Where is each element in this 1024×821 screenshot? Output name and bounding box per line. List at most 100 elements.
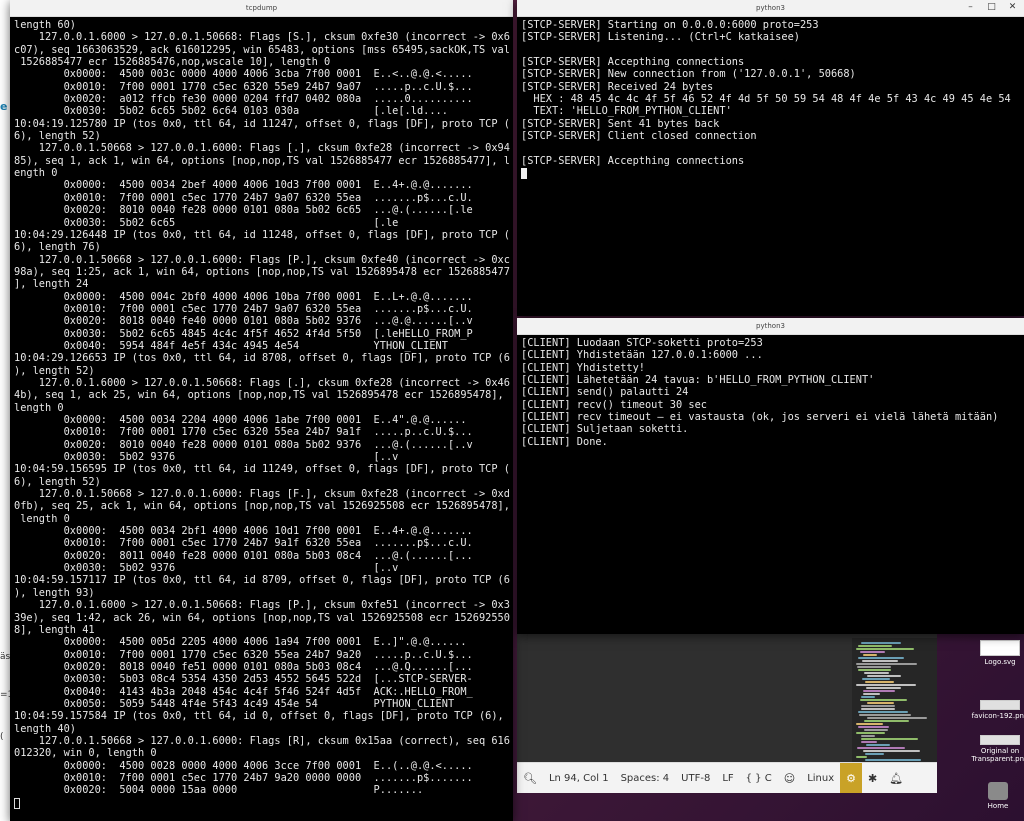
terminal-line: 0x0010: 7f00 0001 1770 c5ec 6320 55e9 24…	[14, 80, 473, 93]
terminal-line: ), length 52)	[14, 364, 95, 377]
encoding-setting[interactable]: UTF-8	[675, 763, 716, 793]
minimap-code-line	[858, 711, 908, 713]
minimap-code-line	[862, 660, 898, 662]
terminal-line: [STCP-SERVER] Accepthing connections	[521, 154, 745, 167]
terminal-line: 127.0.0.1.50668 > 127.0.0.1.6000: Flags …	[14, 253, 510, 266]
language-mode[interactable]: { } C	[740, 763, 778, 793]
desktop-home-folder[interactable]: Home	[968, 782, 1024, 810]
background-window-fragment: äs	[0, 652, 11, 662]
tcpdump-terminal-window[interactable]: tcpdump length 60) 127.0.0.1.6000 > 127.…	[10, 0, 513, 821]
minimap-code-line	[863, 654, 877, 656]
minimap-code-line	[863, 693, 880, 695]
window-titlebar[interactable]: python3 – □ ✕	[517, 0, 1024, 17]
minimap-code-line	[861, 708, 895, 710]
terminal-line: 0x0010: 7f00 0001 c5ec 1770 24b7 9a07 63…	[14, 302, 473, 315]
terminal-line: 4b), seq 1, ack 25, win 64, options [nop…	[14, 389, 504, 402]
copilot-icon[interactable]: ☺	[778, 763, 801, 793]
terminal-line: HEX : 48 45 4c 4c 4f 5f 46 52 4f 4d 5f 5…	[521, 93, 1011, 106]
notifications-icon[interactable]: 🔔︎	[883, 763, 909, 793]
terminal-line: 0x0000: 4500 004c 2bf0 4000 4006 10ba 7f…	[14, 290, 473, 303]
minimap-code-line	[860, 651, 885, 653]
os-indicator[interactable]: Linux	[801, 763, 840, 793]
terminal-line: 127.0.0.1.6000 > 127.0.0.1.50668: Flags …	[14, 31, 510, 44]
file-thumbnail-icon	[980, 640, 1020, 656]
terminal-line: 0x0030: 5b02 6c65 5b02 6c64 0103 030a [.…	[14, 105, 448, 118]
terminal-output[interactable]: length 60) 127.0.0.1.6000 > 127.0.0.1.50…	[10, 17, 513, 811]
minimap-code-line	[865, 681, 894, 683]
file-thumbnail-icon	[980, 735, 1020, 745]
window-titlebar[interactable]: tcpdump	[10, 0, 513, 17]
terminal-line: ength 0	[14, 167, 58, 180]
terminal-line: 0x0030: 5b02 6c65 [.le	[14, 216, 399, 229]
terminal-line: 127.0.0.1.50668 > 127.0.0.1.6000: Flags …	[14, 142, 510, 155]
terminal-line: 0x0010: 7f00 0001 c5ec 1770 24b7 9a20 00…	[14, 771, 473, 784]
editor-window[interactable]	[517, 634, 937, 762]
server-terminal-window[interactable]: python3 – □ ✕ [STCP-SERVER] Starting on …	[517, 0, 1024, 316]
terminal-line: [CLIENT] Yhdistetään 127.0.0.1:6000 ...	[521, 349, 763, 362]
terminal-line: 127.0.0.1.50668 > 127.0.0.1.6000: Flags …	[14, 734, 510, 747]
window-titlebar[interactable]: python3	[517, 318, 1024, 335]
terminal-line: 0x0010: 7f00 0001 c5ec 1770 24b7 9a1f 63…	[14, 537, 473, 550]
terminal-line: 0fb), seq 25, ack 1, win 64, options [no…	[14, 500, 510, 513]
minimap-code-line	[863, 750, 920, 752]
terminal-line: 39e), seq 1:42, ack 26, win 64, options …	[14, 611, 510, 624]
terminal-line: 0x0020: 8010 0040 fe28 0000 0101 080a 5b…	[14, 438, 473, 451]
terminal-line: 012320, win 0, length 0	[14, 747, 157, 760]
minimize-icon[interactable]: –	[965, 2, 976, 13]
terminal-line: 0x0000: 4500 0028 0000 4000 4006 3cce 7f…	[14, 759, 473, 772]
indentation-setting[interactable]: Spaces: 4	[615, 763, 676, 793]
terminal-line: [STCP-SERVER] Starting on 0.0.0.0:6000 p…	[521, 19, 819, 31]
minimap-code-line	[865, 759, 921, 761]
terminal-line: [CLIENT] recv timeout – ei vastausta (ok…	[521, 411, 999, 424]
file-thumbnail-icon	[980, 700, 1020, 710]
terminal-line: 0x0030: 5b02 9376 [..v	[14, 451, 399, 464]
terminal-line: 0x0000: 4500 0034 2bef 4000 4006 10d3 7f…	[14, 179, 473, 192]
terminal-line: 127.0.0.1.50668 > 127.0.0.1.6000: Flags …	[14, 488, 510, 501]
minimap-code-line	[858, 726, 889, 728]
minimap-code-line	[856, 732, 885, 734]
terminal-line: 0x0050: 5059 5448 4f4e 5f43 4c49 454e 54…	[14, 697, 455, 710]
terminal-line: 0x0020: a012 ffcb fe30 0000 0204 ffd7 04…	[14, 93, 473, 106]
terminal-line: length 0	[14, 512, 70, 525]
zoom-icon[interactable]: 🔍︎	[517, 763, 543, 793]
terminal-line: 0x0030: 5b02 6c65 4845 4c4c 4f5f 4652 4f…	[14, 327, 473, 340]
editor-minimap[interactable]	[852, 638, 937, 762]
terminal-line: [CLIENT] Suljetaan soketti.	[521, 423, 689, 436]
settings-icon[interactable]: ✱	[862, 763, 883, 793]
desktop-file-label: favicon-192.png	[971, 712, 1024, 720]
close-icon[interactable]: ✕	[1007, 2, 1018, 13]
terminal-line: 0x0020: 8011 0040 fe28 0000 0101 080a 5b…	[14, 549, 473, 562]
terminal-line: ], length 24	[14, 278, 89, 291]
cursor-position[interactable]: Ln 94, Col 1	[543, 763, 615, 793]
terminal-line: [STCP-SERVER] Listening... (Ctrl+C katka…	[521, 31, 800, 44]
terminal-line: [STCP-SERVER] Accepthing connections	[521, 56, 745, 69]
minimap-code-line	[864, 720, 909, 722]
desktop-file-favicon[interactable]: favicon-192.png	[970, 700, 1024, 720]
maximize-icon[interactable]: □	[986, 2, 997, 13]
eol-setting[interactable]: LF	[716, 763, 739, 793]
terminal-line: [CLIENT] send() palautti 24	[521, 386, 689, 399]
terminal-line: 0x0040: 5954 484f 4e5f 434c 4945 4e54 YT…	[14, 339, 448, 352]
terminal-line: [STCP-SERVER] Sent 41 bytes back	[521, 117, 720, 130]
terminal-output[interactable]: [CLIENT] Luodaan STCP-soketti proto=253[…	[517, 335, 1024, 450]
terminal-cursor	[14, 797, 20, 809]
background-window-fragment: (	[0, 732, 4, 742]
terminal-line: 8], length 41	[14, 623, 95, 636]
minimap-code-line	[862, 678, 890, 680]
desktop-file-logo-svg[interactable]: Logo.svg	[970, 640, 1024, 666]
editor-statusbar: 🔍︎ Ln 94, Col 1 Spaces: 4 UTF-8 LF { } C…	[517, 762, 937, 793]
extension-status-icon[interactable]: ⚙	[840, 763, 863, 793]
client-terminal-window[interactable]: python3 [CLIENT] Luodaan STCP-soketti pr…	[517, 318, 1024, 634]
terminal-line: 0x0010: 7f00 0001 c5ec 1770 24b7 9a07 63…	[14, 191, 473, 204]
terminal-line: [CLIENT] Yhdistetty!	[521, 361, 645, 374]
terminal-line: [CLIENT] recv() timeout 30 sec	[521, 398, 707, 411]
terminal-line: 98a), seq 1:25, ack 1, win 64, options […	[14, 265, 510, 278]
terminal-line: c07), seq 1663063529, ack 616012295, win…	[14, 43, 510, 56]
terminal-output[interactable]: [STCP-SERVER] Starting on 0.0.0.0:6000 p…	[517, 17, 1024, 181]
terminal-line: [STCP-SERVER] Client closed connection	[521, 130, 757, 143]
desktop-file-label: Original on Transparent.png	[971, 747, 1024, 763]
terminal-line: 1526885477 ecr 1526885476,nop,wscale 10]…	[14, 56, 331, 69]
desktop-file-original-transparent[interactable]: Original on Transparent.png	[970, 735, 1024, 763]
